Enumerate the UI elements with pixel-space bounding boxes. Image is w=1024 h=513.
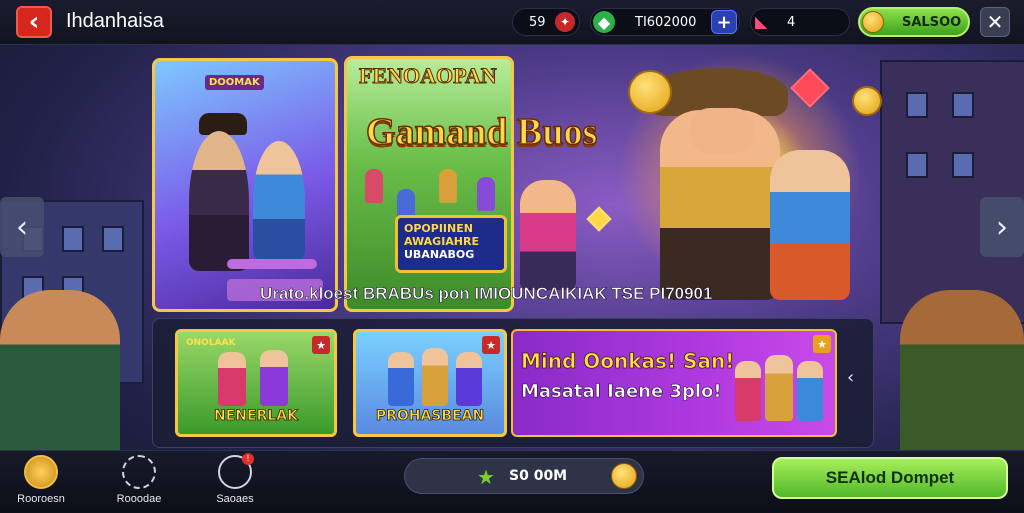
nav-home-label: Rooroesn <box>17 493 65 505</box>
tile-character <box>422 348 448 406</box>
nav-third-label: Saoaes <box>216 493 254 505</box>
currency-a-value: 59 <box>529 14 546 30</box>
tile-headline: Mind Oonkas! San! <box>521 349 735 374</box>
sign-line-2: UBANABOG <box>404 248 475 261</box>
close-button[interactable]: ✕ <box>980 7 1010 37</box>
hero-card-center[interactable]: FENOAOPAN OPOPIINEN AWAGIAHRE UBANABOG <box>344 56 514 312</box>
hero-character-kid <box>520 180 576 290</box>
currency-b-value: TI602000 <box>635 14 697 30</box>
mini-character <box>439 169 457 203</box>
featured-panel: ONOLAAK ★ NENERLAK ★ PROHASBEAN ★ Mind O… <box>152 318 874 448</box>
currency-counter-tickets[interactable]: ◣ 4 <box>750 8 850 36</box>
notification-icon: ! <box>218 453 254 489</box>
hero-progress-bar <box>227 259 317 269</box>
balance-value: S0 00M <box>509 468 568 484</box>
tile-character <box>218 352 246 406</box>
featured-tile-2[interactable]: ★ PROHASBEAN <box>353 329 507 437</box>
hero-character-hunter <box>189 131 249 271</box>
tile-label: NENERLAK <box>214 408 299 425</box>
sign-line-1: OPOPIINEN AWAGIAHRE <box>404 222 479 248</box>
background-building-right <box>880 60 1024 324</box>
star-icon: ★ <box>477 465 495 489</box>
tile-badge-icon: ★ <box>312 336 330 354</box>
hero-character-girl <box>770 150 850 300</box>
coin-icon <box>628 70 672 114</box>
tile-tag: ONOLAAK <box>186 338 236 348</box>
tile-subline: Masatal Iaene 3plo! <box>521 381 722 403</box>
coin-icon <box>611 463 637 489</box>
coin-balance[interactable]: SALSOO <box>858 7 970 37</box>
hero-character-runner <box>253 141 305 261</box>
tile-badge-icon: ★ <box>813 335 831 353</box>
tile-character <box>456 352 482 406</box>
sparkle-icon <box>586 206 612 232</box>
app-title: Ihdanhaisa <box>66 10 164 32</box>
side-character-left <box>0 290 120 450</box>
gear-icon <box>122 455 156 489</box>
currency-counter-a[interactable]: 59 ✦ <box>512 8 580 36</box>
mini-character <box>477 177 495 211</box>
promo-text: Urato.kloest BRABUs pon IMIOUNCAIKIAK TS… <box>260 284 713 304</box>
balance-pill[interactable]: ★ S0 00M <box>404 458 644 494</box>
hero-sign: OPOPIINEN AWAGIAHRE UBANABOG <box>395 215 507 273</box>
gem-icon: ◆ <box>593 11 615 33</box>
featured-tile-3[interactable]: ★ Mind Oonkas! San! Masatal Iaene 3plo! <box>511 329 837 437</box>
coin-balance-value: SALSOO <box>902 15 962 30</box>
nav-second[interactable]: Rooodae <box>104 455 174 511</box>
side-character-right <box>900 290 1024 450</box>
home-icon <box>24 455 58 489</box>
back-arrow-icon: ‹ <box>28 7 40 37</box>
tile-character <box>260 350 288 406</box>
add-currency-button[interactable]: + <box>711 10 737 34</box>
tile-character <box>735 361 761 421</box>
notification-badge: ! <box>242 453 254 465</box>
heart-icon: ✦ <box>555 12 575 32</box>
tile-badge-icon: ★ <box>482 336 500 354</box>
game-title: Gamand Buos <box>365 110 598 154</box>
carousel-next-button[interactable]: › <box>980 197 1024 257</box>
tile-character <box>765 355 793 421</box>
hero-card-left[interactable]: DOOMAK <box>152 58 338 312</box>
hero-card-title: FENOAOPAN <box>359 63 498 89</box>
currency-c-value: 4 <box>787 14 796 30</box>
top-bar: ‹ Ihdanhaisa 59 ✦ ◆ TI602000 + ◣ 4 SALSO… <box>0 0 1024 45</box>
ticket-icon: ◣ <box>755 12 768 31</box>
primary-action-button[interactable]: SEAlod Dompet <box>772 457 1008 499</box>
tile-label: PROHASBEAN <box>375 408 485 425</box>
nav-third[interactable]: ! Saoaes <box>200 453 270 511</box>
nav-second-label: Rooodae <box>116 493 162 505</box>
coin-icon <box>862 11 884 33</box>
currency-counter-gems[interactable]: ◆ TI602000 + <box>590 8 740 36</box>
hero-card-tag: DOOMAK <box>205 75 264 90</box>
back-button[interactable]: ‹ <box>16 6 52 38</box>
nav-home[interactable]: Rooroesn <box>6 455 76 511</box>
mini-character <box>365 169 383 203</box>
featured-tile-1[interactable]: ONOLAAK ★ NENERLAK <box>175 329 337 437</box>
hero-face <box>690 108 754 154</box>
carousel-prev-button[interactable]: ‹ <box>0 197 44 257</box>
tile-character <box>388 352 414 406</box>
panel-scroll-arrow[interactable]: ‹ <box>847 367 854 388</box>
tile-character <box>797 361 823 421</box>
coin-icon <box>852 86 882 116</box>
